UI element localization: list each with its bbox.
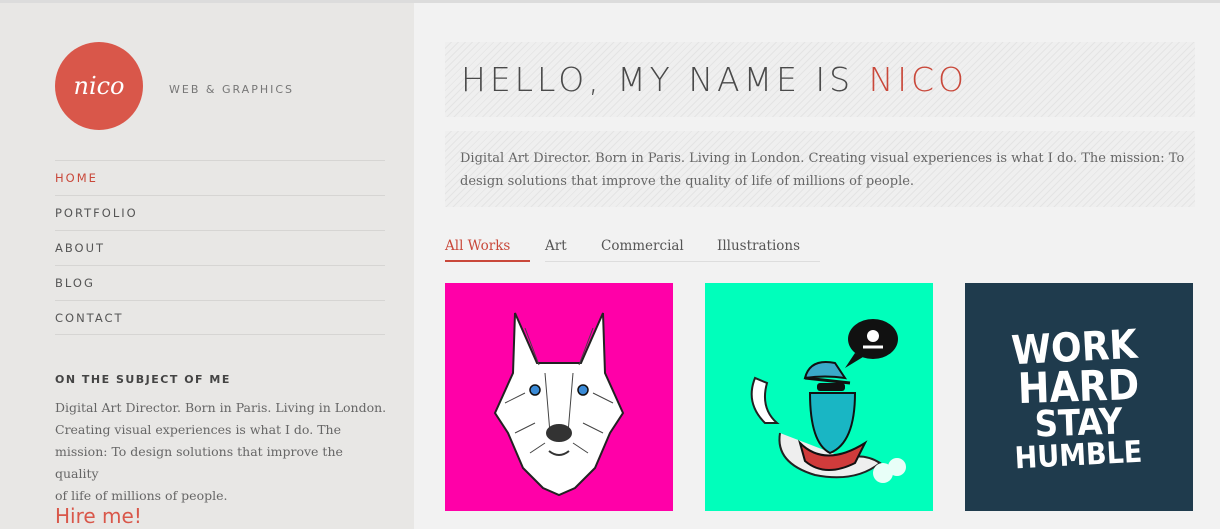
filter-art[interactable]: Art <box>545 238 586 262</box>
hero-banner: HELLO, MY NAME IS NICO <box>445 42 1195 117</box>
intro-box: Digital Art Director. Born in Paris. Liv… <box>445 131 1195 207</box>
page-title: HELLO, MY NAME IS NICO <box>461 60 968 99</box>
portfolio-item-wolf[interactable] <box>445 283 673 511</box>
nav-item-about[interactable]: ABOUT <box>55 230 385 265</box>
filter-gap <box>702 238 717 262</box>
sidebar: nico WEB & GRAPHICS HOME PORTFOLIO ABOUT… <box>0 3 414 529</box>
nav-item-blog[interactable]: BLOG <box>55 265 385 300</box>
about-line: Digital Art Director. Born in Paris. Liv… <box>55 400 387 415</box>
filter-gap <box>586 238 601 262</box>
poster-word: HUMBLE <box>1014 435 1143 477</box>
hire-me-link[interactable]: Hire me! <box>55 504 142 528</box>
portfolio-item-hipster[interactable] <box>705 283 933 511</box>
filter-commercial[interactable]: Commercial <box>601 238 702 262</box>
filter-gap <box>530 238 545 262</box>
about-heading: ON THE SUBJECT OF ME <box>55 373 231 386</box>
about-line: Creating visual experiences is what I do… <box>55 422 341 437</box>
portfolio-filters: All Works Art Commercial Illustrations <box>445 238 820 262</box>
nav-item-portfolio[interactable]: PORTFOLIO <box>55 195 385 230</box>
wolf-illustration-icon <box>493 312 625 497</box>
nav-item-contact[interactable]: CONTACT <box>55 300 385 335</box>
about-text: Digital Art Director. Born in Paris. Liv… <box>55 397 390 507</box>
about-line: mission: To design solutions that improv… <box>55 444 343 481</box>
portfolio-item-typography[interactable]: WORK HARD STAY HUMBLE <box>965 283 1193 511</box>
work-hard-stay-humble-typography-icon: WORK HARD STAY HUMBLE <box>1010 322 1143 477</box>
intro-text: Digital Art Director. Born in Paris. Liv… <box>460 151 1185 189</box>
main-nav: HOME PORTFOLIO ABOUT BLOG CONTACT <box>55 160 385 335</box>
bearded-hipster-illustration-icon <box>750 319 906 483</box>
filter-illustrations[interactable]: Illustrations <box>717 238 820 262</box>
title-name: NICO <box>868 60 969 99</box>
logo-text: nico <box>73 72 125 100</box>
tagline: WEB & GRAPHICS <box>169 83 295 96</box>
title-prefix: HELLO, MY NAME IS <box>461 60 869 99</box>
nav-item-home[interactable]: HOME <box>55 160 385 195</box>
logo[interactable]: nico <box>55 42 143 130</box>
filter-all-works[interactable]: All Works <box>445 238 530 262</box>
